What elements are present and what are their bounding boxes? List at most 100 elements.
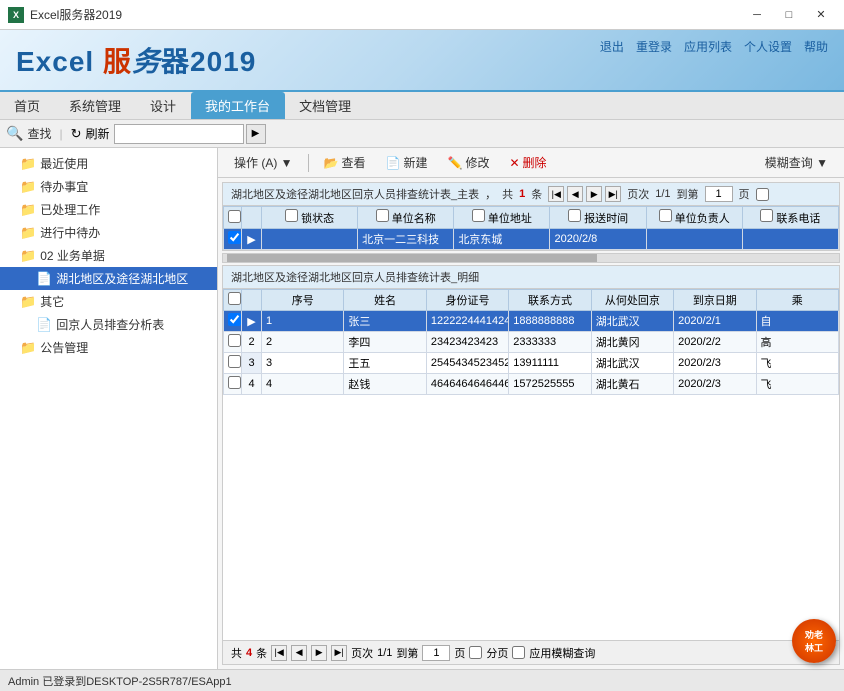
operation-menu-button[interactable]: 操作 (A) ▼ (226, 152, 301, 173)
sidebar-item-notice[interactable]: 📁 公告管理 (0, 336, 217, 359)
master-select-all[interactable] (228, 210, 241, 223)
master-to-page: 到第 (677, 186, 699, 202)
edit-button[interactable]: ✏️ 修改 (439, 152, 497, 173)
master-col-phone: 联系电话 (742, 207, 838, 229)
master-cell-responsible (646, 229, 742, 250)
menu-workbench[interactable]: 我的工作台 (191, 92, 285, 119)
nav-applist[interactable]: 应用列表 (684, 38, 732, 55)
master-row-indicator: ▶ (242, 229, 262, 250)
master-next-page[interactable]: ▶ (586, 186, 602, 202)
master-prev-page[interactable]: ◀ (567, 186, 583, 202)
folder-icon: 📁 (20, 179, 36, 195)
master-table-row[interactable]: ▶ 北京一二三科技 北京东城 2020/2/8 (224, 229, 839, 250)
detail-col-rownum (242, 290, 262, 311)
delete-icon: ✕ (509, 156, 519, 170)
search-input[interactable] (114, 124, 244, 144)
detail-total: 4 (246, 647, 252, 659)
detail-next-page[interactable]: ▶ (311, 645, 327, 661)
sidebar-item-processed[interactable]: 📁 已处理工作 (0, 198, 217, 221)
master-col-responsible: 单位负责人 (646, 207, 742, 229)
master-unitname-check[interactable] (376, 209, 389, 222)
delete-button[interactable]: ✕ 删除 (501, 152, 554, 173)
menu-docmgmt[interactable]: 文档管理 (285, 92, 366, 119)
master-first-page[interactable]: |◀ (548, 186, 564, 202)
master-cell-reporttime: 2020/2/8 (550, 229, 646, 250)
detail-row-check[interactable] (228, 355, 241, 368)
folder-icon: 📁 (20, 294, 36, 310)
search-label: 查找 (27, 125, 51, 142)
close-button[interactable]: ✕ (806, 5, 836, 25)
detail-last-page[interactable]: ▶| (331, 645, 347, 661)
detail-prev-page[interactable]: ◀ (291, 645, 307, 661)
detail-page-check[interactable] (469, 646, 482, 659)
folder-icon: 📁 (20, 225, 36, 241)
detail-table-row[interactable]: 4 4 赵钱 4646464646446 1572525555 湖北黄石 202… (224, 374, 839, 395)
detail-fuzzy-check[interactable] (512, 646, 525, 659)
folder-icon: 📁 (20, 156, 36, 172)
detail-cell-idcard: 23423423423 (426, 332, 508, 353)
detail-col-seq: 序号 (262, 290, 344, 311)
detail-row-check[interactable] (228, 313, 241, 326)
sidebar-item-hubei[interactable]: 📄 湖北地区及途径湖北地区 (0, 267, 217, 290)
detail-col-arrivedate: 到京日期 (674, 290, 756, 311)
menu-design[interactable]: 设计 (136, 92, 191, 119)
master-unitaddr-check[interactable] (472, 209, 485, 222)
folder-icon: 📁 (20, 202, 36, 218)
detail-cell-arrivedate: 2020/2/3 (674, 353, 756, 374)
detail-page-input[interactable] (422, 645, 450, 661)
master-reporttime-check[interactable] (568, 209, 581, 222)
sidebar-item-business[interactable]: 📁 02 业务单据 (0, 244, 217, 267)
master-responsible-check[interactable] (659, 209, 672, 222)
master-check[interactable] (756, 188, 769, 201)
master-hscrollbar[interactable] (222, 253, 840, 263)
minimize-button[interactable]: ─ (742, 5, 772, 25)
master-lock-check[interactable] (285, 209, 298, 222)
detail-cell-name: 王五 (344, 353, 426, 374)
sidebar-item-other[interactable]: 📁 其它 (0, 290, 217, 313)
refresh-icon: ↻ (71, 126, 82, 142)
detail-cell-contact: 13911111 (509, 353, 591, 374)
nav-exit[interactable]: 退出 (600, 38, 624, 55)
master-table-panel: 湖北地区及途径湖北地区回京人员排查统计表_主表 ， 共 1 条 |◀ ◀ ▶ ▶… (222, 182, 840, 251)
nav-help[interactable]: 帮助 (804, 38, 828, 55)
search-button[interactable]: ▶ (246, 124, 266, 144)
detail-cell-transport: 自 (756, 311, 838, 332)
menu-home[interactable]: 首页 (0, 92, 55, 119)
content-area: 操作 (A) ▼ 📂 查看 📄 新建 ✏️ 修改 ✕ 删除 模糊查询 ▼ (218, 148, 844, 669)
detail-table: 序号 姓名 身份证号 联系方式 从何处回京 到京日期 乘 ▶ 1 张三 1222… (223, 289, 839, 395)
refresh-label[interactable]: 刷新 (85, 125, 109, 142)
menu-sysadmin[interactable]: 系统管理 (55, 92, 136, 119)
detail-table-row[interactable]: ▶ 1 张三 1222224441424 1888888888 湖北武汉 202… (224, 311, 839, 332)
detail-row-check[interactable] (228, 376, 241, 389)
detail-col-fromplace: 从何处回京 (591, 290, 673, 311)
sidebar-item-todo[interactable]: 📁 待办事宜 (0, 175, 217, 198)
detail-table-title: 湖北地区及途径湖北地区回京人员排查统计表_明细 (231, 269, 479, 285)
master-panel-nav: |◀ ◀ ▶ ▶| (548, 186, 621, 202)
fuzzy-query-button[interactable]: 模糊查询 ▼ (757, 152, 836, 173)
detail-select-all[interactable] (228, 292, 241, 305)
nav-relogin[interactable]: 重登录 (636, 38, 672, 55)
main-area: 📁 最近使用 📁 待办事宜 📁 已处理工作 📁 进行中待办 📁 02 业务单据 … (0, 148, 844, 669)
sidebar-item-inprogress[interactable]: 📁 进行中待办 (0, 221, 217, 244)
logo: Excel 服务器2019 (16, 40, 256, 80)
new-button[interactable]: 📄 新建 (378, 152, 436, 173)
detail-total-label: 共 (231, 645, 242, 661)
restore-button[interactable]: □ (774, 5, 804, 25)
detail-table-row[interactable]: 2 2 李四 23423423423 2333333 湖北黄冈 2020/2/2… (224, 332, 839, 353)
nav-settings[interactable]: 个人设置 (744, 38, 792, 55)
master-phone-check[interactable] (760, 209, 773, 222)
master-unit: 条 (531, 186, 542, 202)
fuzzy-query-area: 模糊查询 ▼ (757, 152, 836, 173)
detail-cell-idcard: 4646464646446 (426, 374, 508, 395)
view-button[interactable]: 📂 查看 (316, 152, 374, 173)
detail-row-check[interactable] (228, 334, 241, 347)
detail-table-row[interactable]: 3 3 王五 2545434523452355 13911111 湖北武汉 20… (224, 353, 839, 374)
detail-first-page[interactable]: |◀ (271, 645, 287, 661)
master-page-input[interactable] (705, 186, 733, 202)
master-last-page[interactable]: ▶| (605, 186, 621, 202)
title-bar: X Excel服务器2019 ─ □ ✕ (0, 0, 844, 30)
sidebar-item-recent[interactable]: 📁 最近使用 (0, 152, 217, 175)
sidebar-item-returnbj[interactable]: 📄 回京人员排查分析表 (0, 313, 217, 336)
sidebar: 📁 最近使用 📁 待办事宜 📁 已处理工作 📁 进行中待办 📁 02 业务单据 … (0, 148, 218, 669)
master-row-check[interactable] (228, 231, 241, 244)
